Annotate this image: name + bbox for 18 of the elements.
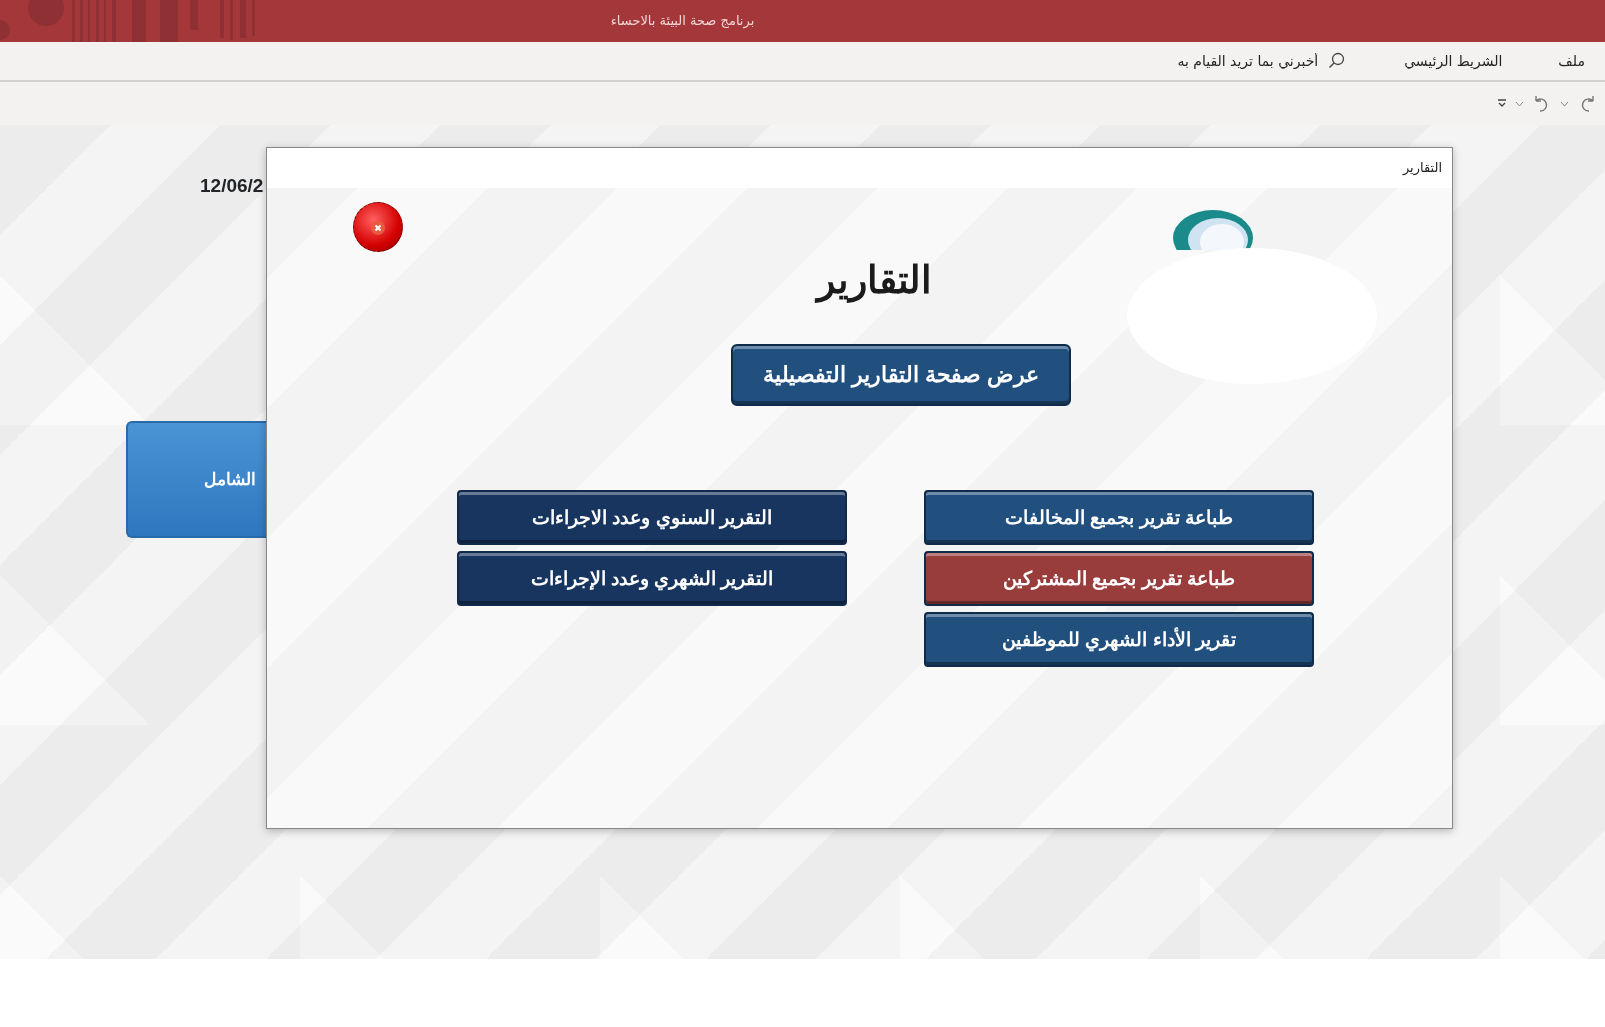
report-button[interactable]: طباعة تقرير بجميع المشتركين bbox=[924, 551, 1314, 606]
ribbon-tab[interactable]: ملف bbox=[1550, 50, 1593, 72]
ribbon-tab[interactable]: الشريط الرئيسي bbox=[1396, 50, 1511, 72]
close-button[interactable] bbox=[353, 202, 403, 252]
window-title: برنامج صحة البيئة بالاحساء bbox=[610, 12, 755, 31]
report-button[interactable]: التقرير الشهري وعدد الإجراءات bbox=[457, 551, 847, 606]
report-button[interactable]: طباعة تقرير بجميع المخالفات bbox=[924, 490, 1314, 545]
report-button[interactable]: تقرير الأداء الشهري للموظفين bbox=[924, 612, 1314, 667]
dropdown-caret-icon[interactable] bbox=[1560, 100, 1569, 107]
customize-toolbar-icon[interactable] bbox=[1497, 99, 1507, 108]
report-button[interactable]: الشامل bbox=[126, 421, 266, 538]
search-icon bbox=[1328, 52, 1347, 70]
date-text: 12/06/2 bbox=[200, 175, 264, 197]
close-icon bbox=[371, 220, 385, 235]
dropdown-caret-icon[interactable] bbox=[1515, 100, 1524, 107]
detailed-reports-button[interactable]: عرض صفحة التقارير التفصيلية bbox=[731, 344, 1071, 406]
report-button[interactable]: التقرير السنوي وعدد الاجراءات bbox=[457, 490, 847, 545]
dialog-title: التقارير bbox=[1402, 160, 1442, 175]
